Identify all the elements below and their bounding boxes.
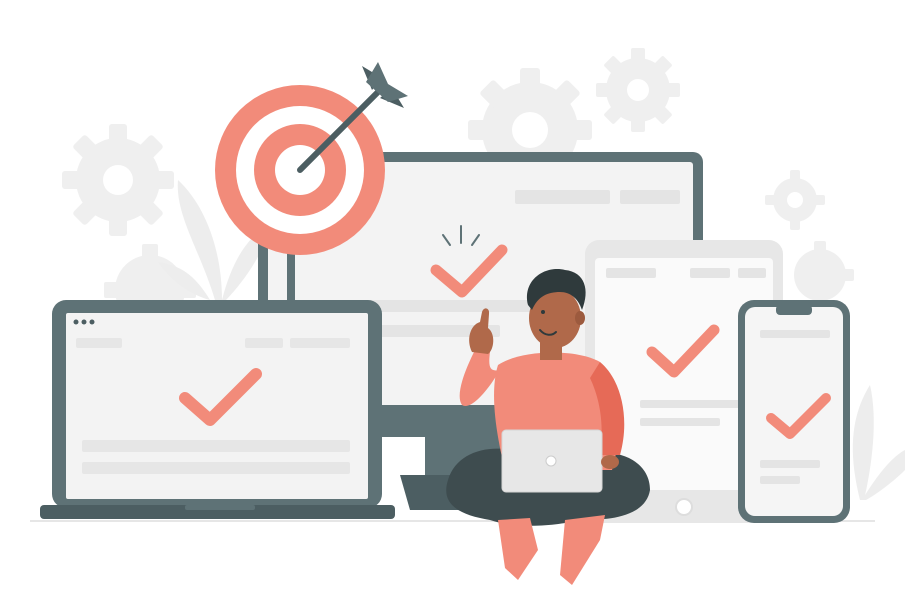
person-shoe-right xyxy=(560,515,605,585)
tablet-home-button xyxy=(675,498,693,516)
person-ear xyxy=(575,311,585,325)
person-eye xyxy=(541,310,545,314)
phone-device xyxy=(738,300,850,523)
phone-screen xyxy=(745,307,843,516)
phone-notch xyxy=(776,305,812,315)
laptop-device xyxy=(40,300,395,519)
gear-icon xyxy=(596,48,680,132)
window-dots xyxy=(73,319,95,325)
person-shoe-left xyxy=(498,518,538,580)
plant-icon xyxy=(852,385,905,500)
person-hand-right xyxy=(601,455,619,469)
laptop-hinge xyxy=(185,505,255,510)
gear-icon xyxy=(62,124,174,236)
gear-icon xyxy=(765,170,825,230)
held-laptop xyxy=(501,429,603,493)
responsive-success-illustration xyxy=(30,48,905,585)
gear-icon xyxy=(794,241,854,301)
